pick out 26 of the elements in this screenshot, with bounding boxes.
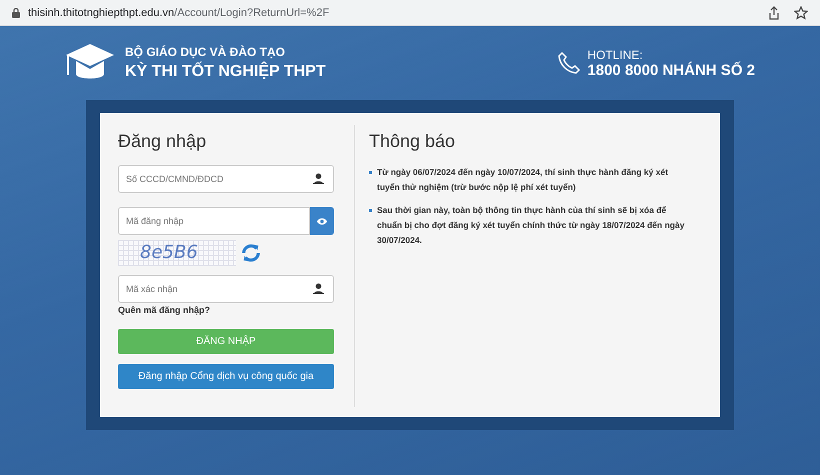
exam-title: KỲ THI TỐT NGHIỆP THPT bbox=[125, 63, 326, 81]
hotline-number: 1800 8000 NHÁNH SỐ 2 bbox=[587, 62, 755, 78]
eye-icon bbox=[316, 216, 328, 226]
login-title: Đăng nhập bbox=[118, 131, 208, 152]
bullet-icon bbox=[369, 171, 372, 174]
input-field[interactable]: Mã xác nhận bbox=[118, 275, 334, 303]
bullet-icon bbox=[369, 209, 372, 212]
notice-text: Từ ngày 06/07/2024 đến ngày 10/07/2024, thí sinh thực hành đăng ký xét tuyển thử nghiệm (trừ bước nộp lệ phí xét tuyển) bbox=[377, 166, 670, 194]
star-icon[interactable] bbox=[794, 6, 808, 20]
input-field[interactable]: Mã đăng nhập bbox=[118, 207, 310, 235]
notice-title: Thông báo bbox=[369, 131, 456, 152]
url-text[interactable]: thisinh.thitotnghiepthpt.edu.vn/Account/Login?ReturnUrl=%2F bbox=[28, 6, 330, 18]
phone-icon bbox=[557, 51, 582, 75]
forgot-password-link[interactable]: Quên mã đăng nhập? bbox=[118, 305, 210, 315]
input-field[interactable]: Số CCCD/CMND/ĐDCD bbox=[118, 165, 334, 193]
ministry-name: BỘ GIÁO DỤC VÀ ĐÀO TẠO bbox=[125, 45, 286, 59]
user-icon bbox=[313, 173, 324, 184]
share-icon[interactable] bbox=[768, 6, 780, 20]
show-password-button[interactable] bbox=[310, 207, 334, 235]
hotline-label: HOTLINE: bbox=[587, 48, 644, 62]
refresh-icon[interactable] bbox=[240, 242, 262, 264]
lock-icon bbox=[12, 8, 20, 18]
national-portal-login-button[interactable]: Đăng nhập Cổng dịch vụ công quốc gia bbox=[118, 364, 334, 389]
user-icon bbox=[313, 283, 324, 294]
captcha-image: 8e5B6 bbox=[118, 240, 236, 266]
notice-text: Sau thời gian này, toàn bộ thông tin thực hành của thí sinh sẽ bị xóa để chuẩn bị cho đợt đăng ký xét tuyển chính thức từ ngày 18/07/2024 đến ngày 30/07/2024. bbox=[377, 204, 686, 247]
